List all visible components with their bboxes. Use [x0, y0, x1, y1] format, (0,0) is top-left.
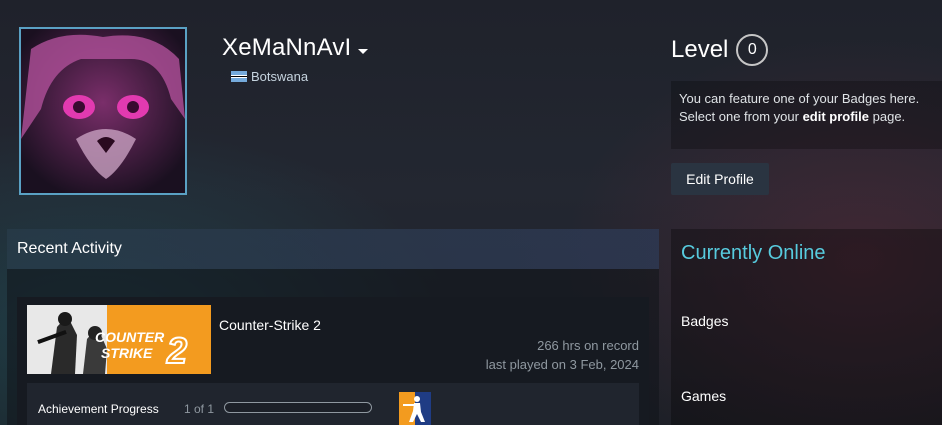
achievement-progress-label[interactable]: Achievement Progress: [38, 402, 159, 416]
achievement-icon[interactable]: [399, 392, 431, 425]
level-badge: 0: [736, 34, 769, 66]
sidebar-item-games[interactable]: Games: [681, 388, 726, 404]
level-section: Level 0: [671, 34, 769, 66]
badge-text-2: page.: [869, 109, 906, 124]
game-capsule-image[interactable]: COUNTER STRIKE 2: [27, 305, 211, 374]
botswana-flag-icon: [231, 71, 247, 82]
sidebar-item-badges[interactable]: Badges: [681, 313, 728, 329]
country-name: Botswana: [251, 69, 309, 84]
online-status: Currently Online: [681, 242, 826, 264]
achievement-count: 1 of 1: [184, 402, 215, 416]
capsule-text-counter: COUNTER: [95, 329, 165, 345]
persona: XeMaNnAvI: [222, 34, 369, 62]
featured-badge-placeholder: You can feature one of your Badges here.…: [671, 81, 942, 149]
game-hours: 266 hrs on record: [537, 338, 639, 353]
country-location: Botswana: [231, 69, 308, 84]
capsule-text-2: 2: [166, 330, 187, 371]
recent-activity-title: Recent Activity: [17, 240, 122, 257]
cs-soldier-icon: [399, 392, 431, 425]
avatar-image: [21, 29, 185, 193]
game-name[interactable]: Counter-Strike 2: [219, 317, 321, 333]
capsule-text-strike: STRIKE: [101, 345, 153, 361]
persona-name: XeMaNnAvI: [222, 34, 352, 61]
level-label: Level: [671, 36, 729, 63]
caret-down-icon[interactable]: [358, 48, 369, 54]
edit-profile-link[interactable]: edit profile: [803, 109, 869, 124]
avatar[interactable]: [19, 27, 187, 195]
edit-profile-button[interactable]: Edit Profile: [671, 163, 769, 195]
recent-activity-header: Recent Activity: [7, 229, 659, 269]
game-last-played: last played on 3 Feb, 2024: [485, 357, 639, 372]
cs2-capsule-art: COUNTER STRIKE 2: [27, 305, 211, 374]
achievement-progress-bar: [224, 402, 372, 413]
